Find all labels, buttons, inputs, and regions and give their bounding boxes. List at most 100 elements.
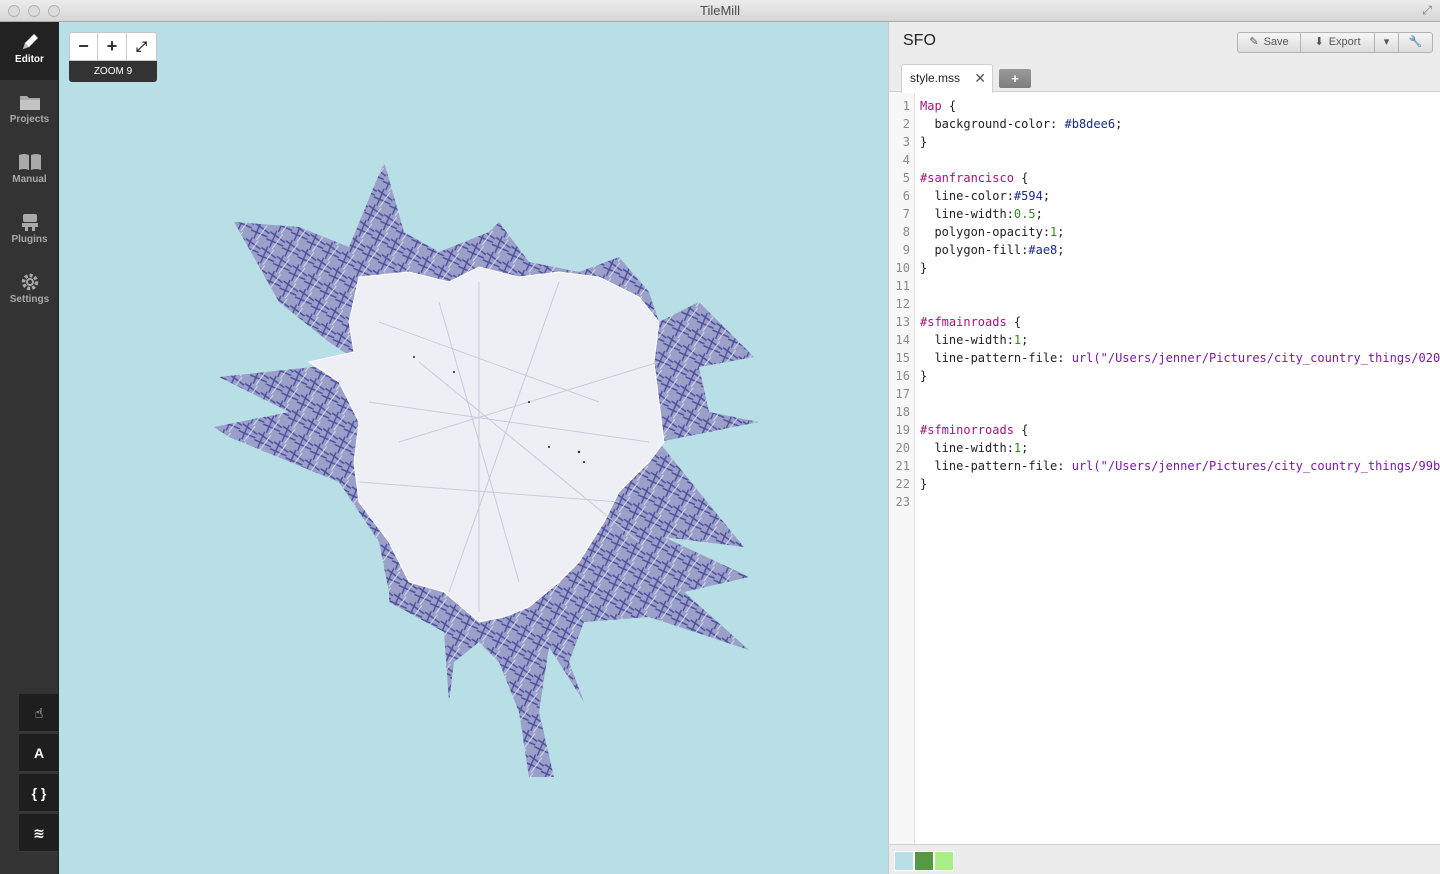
code-text[interactable]: } <box>920 133 927 151</box>
wrench-icon: 🔧 <box>1408 36 1423 48</box>
code-line[interactable]: 12 <box>889 295 1440 313</box>
plugin-icon <box>21 214 38 231</box>
line-number: 15 <box>895 351 910 365</box>
color-swatch[interactable] <box>894 851 914 871</box>
code-line[interactable]: 23 <box>889 493 1440 511</box>
layers-button[interactable]: ≋ <box>19 814 59 852</box>
editor-panel: SFO ✎ Save ⬇ Export ▾ 🔧 style.mss ✕ + 1M… <box>888 22 1440 874</box>
add-stylesheet-button[interactable]: + <box>999 69 1031 88</box>
line-number: 3 <box>902 135 910 149</box>
code-text[interactable]: polygon-opacity:1; <box>920 223 1064 241</box>
line-number: 16 <box>895 369 910 383</box>
fonts-tool-button[interactable]: A <box>19 734 59 772</box>
export-icon: ⬇ <box>1314 36 1324 48</box>
code-line[interactable]: 15 line-pattern-file: url("/Users/jenner… <box>889 349 1440 367</box>
fullscreen-map-button[interactable]: ⤢ <box>127 32 157 61</box>
nav-item-manual[interactable]: Manual <box>0 142 59 200</box>
window-title: TileMill <box>700 3 740 18</box>
pencil-icon: ✎ <box>1249 36 1259 48</box>
code-line[interactable]: 1 Map { <box>889 97 1440 115</box>
line-number: 7 <box>902 207 910 221</box>
code-text[interactable]: line-width:1; <box>920 331 1028 349</box>
code-text[interactable]: Map { <box>920 97 956 115</box>
code-text[interactable]: line-pattern-file: url("/Users/jenner/Pi… <box>920 349 1440 367</box>
code-text[interactable]: } <box>920 259 927 277</box>
line-number: 20 <box>895 441 910 455</box>
zoom-out-button[interactable]: − <box>69 32 98 61</box>
code-text[interactable]: line-pattern-file: url("/Users/jenner/Pi… <box>920 457 1440 475</box>
window-zoom-button[interactable] <box>48 5 60 17</box>
code-text[interactable]: line-color:#594; <box>920 187 1050 205</box>
nav-item-editor[interactable]: Editor <box>0 22 59 80</box>
tab-style-mss[interactable]: style.mss ✕ <box>901 64 993 93</box>
code-line[interactable]: 20 line-width:1; <box>889 439 1440 457</box>
code-text[interactable]: } <box>920 367 927 385</box>
map-rendering[interactable] <box>59 22 888 874</box>
code-line[interactable]: 22} <box>889 475 1440 493</box>
project-title: SFO <box>903 32 936 49</box>
code-line[interactable]: 11 <box>889 277 1440 295</box>
layers-icon: ≋ <box>33 825 45 841</box>
code-line[interactable]: 3} <box>889 133 1440 151</box>
font-icon: A <box>33 745 45 761</box>
line-number: 1 <box>902 99 910 113</box>
line-number: 8 <box>902 225 910 239</box>
code-line[interactable]: 16} <box>889 367 1440 385</box>
zoom-control: − + ⤢ ZOOM 9 <box>69 32 157 82</box>
code-line[interactable]: 2 background-color: #b8dee6; <box>889 115 1440 133</box>
nav-item-label: Projects <box>9 114 50 125</box>
code-text[interactable]: line-width:1; <box>920 439 1028 457</box>
export-dropdown-button[interactable]: ▾ <box>1375 32 1399 53</box>
color-palette-bar <box>889 844 1440 874</box>
nav-item-projects[interactable]: Projects <box>0 82 59 140</box>
code-line[interactable]: 17 <box>889 385 1440 403</box>
carto-reference-button[interactable]: { } <box>19 774 59 812</box>
line-number: 10 <box>895 261 910 275</box>
code-line[interactable]: 5 #sanfrancisco { <box>889 169 1440 187</box>
code-line[interactable]: 19 #sfminorroads { <box>889 421 1440 439</box>
line-number: 2 <box>902 117 910 131</box>
code-line[interactable]: 7 line-width:0.5; <box>889 205 1440 223</box>
line-number: 6 <box>902 189 910 203</box>
braces-icon: { } <box>31 785 47 801</box>
code-line[interactable]: 21 line-pattern-file: url("/Users/jenner… <box>889 457 1440 475</box>
code-line[interactable]: 18 <box>889 403 1440 421</box>
pencil-icon <box>22 34 38 49</box>
save-button[interactable]: ✎ Save <box>1237 32 1301 53</box>
code-text[interactable]: background-color: #b8dee6; <box>920 115 1122 133</box>
nav-item-settings[interactable]: Settings <box>0 262 59 320</box>
code-editor[interactable]: 1 Map {2 background-color: #b8dee6; 3} 4 5 #s… <box>889 93 1440 845</box>
nav-item-label: Manual <box>12 174 47 185</box>
gear-icon <box>21 273 38 291</box>
nav-item-label: Plugins <box>11 234 48 245</box>
line-number: 11 <box>895 279 910 293</box>
code-line[interactable]: 8 polygon-opacity:1; <box>889 223 1440 241</box>
code-line[interactable]: 9 polygon-fill:#ae8; <box>889 241 1440 259</box>
code-line[interactable]: 14 line-width:1; <box>889 331 1440 349</box>
window-close-button[interactable] <box>8 5 20 17</box>
chevron-down-icon: ▾ <box>1383 36 1390 48</box>
code-text[interactable]: #sanfrancisco { <box>920 169 1028 187</box>
code-line[interactable]: 10} <box>889 259 1440 277</box>
code-text[interactable]: polygon-fill:#ae8; <box>920 241 1064 259</box>
window-fullscreen-icon[interactable]: ⤢ <box>1420 3 1434 17</box>
code-text[interactable]: #sfmainroads { <box>920 313 1021 331</box>
code-text[interactable]: } <box>920 475 927 493</box>
project-settings-button[interactable]: 🔧 <box>1399 32 1433 53</box>
code-text[interactable]: line-width:0.5; <box>920 205 1042 223</box>
code-line[interactable]: 4 <box>889 151 1440 169</box>
export-button[interactable]: ⬇ Export <box>1301 32 1375 53</box>
code-text[interactable]: #sfminorroads { <box>920 421 1028 439</box>
line-number: 14 <box>895 333 910 347</box>
zoom-in-button[interactable]: + <box>98 32 127 61</box>
close-tab-icon[interactable]: ✕ <box>974 65 986 92</box>
window-titlebar: TileMill ⤢ <box>0 0 1440 22</box>
code-line[interactable]: 6 line-color:#594; <box>889 187 1440 205</box>
pan-tool-button[interactable]: ☝ <box>19 694 59 732</box>
map-view[interactable]: − + ⤢ ZOOM 9 <box>59 22 888 874</box>
window-minimize-button[interactable] <box>28 5 40 17</box>
color-swatch[interactable] <box>934 851 954 871</box>
color-swatch[interactable] <box>914 851 934 871</box>
code-line[interactable]: 13 #sfmainroads { <box>889 313 1440 331</box>
nav-item-plugins[interactable]: Plugins <box>0 202 59 260</box>
